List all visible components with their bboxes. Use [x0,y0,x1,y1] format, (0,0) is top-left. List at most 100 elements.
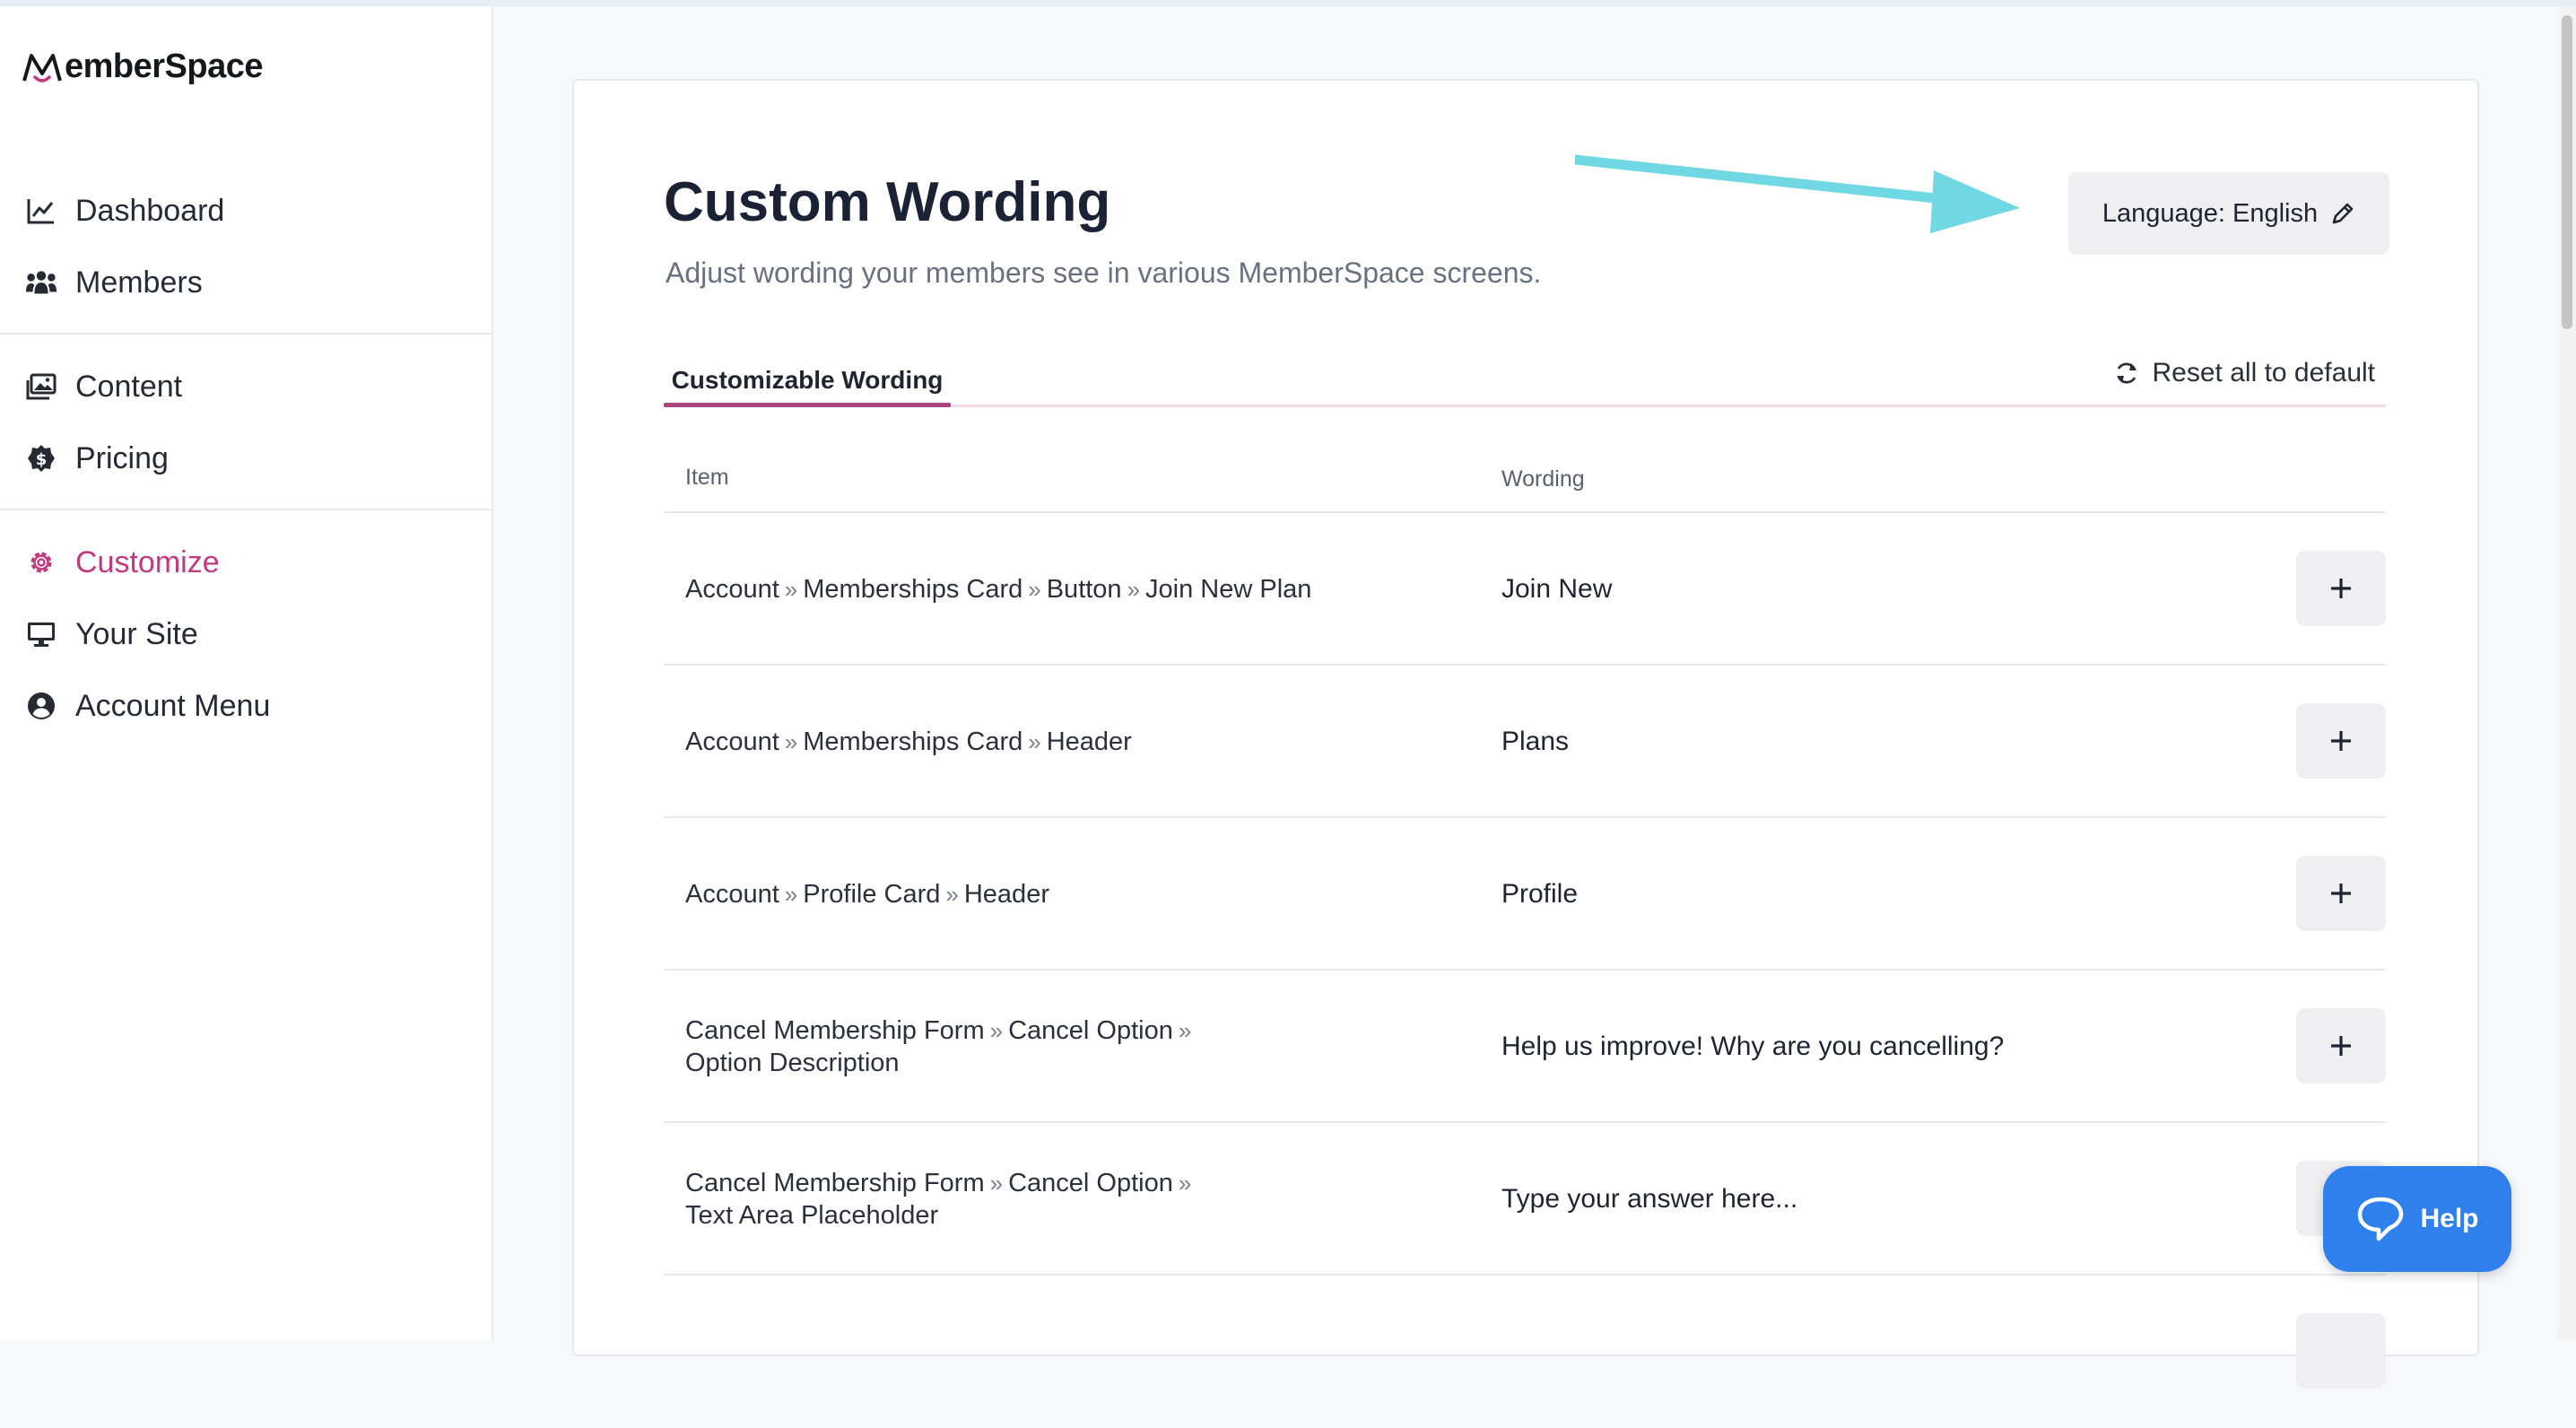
sidebar-item-label: Members [75,265,203,300]
logo-text: emberSpace [65,48,264,85]
add-wording-button[interactable] [2296,1313,2386,1389]
sidebar-item-label: Your Site [75,616,198,651]
sidebar-item-account-menu[interactable]: Account Menu [0,670,492,742]
item-cell: Cancel Membership Form» Cancel Option» Tex… [685,1123,1313,1276]
chevron-double-right-icon: » [784,576,798,603]
chevron-double-right-icon: » [945,881,959,908]
wording-cell: Join New [1501,574,1613,604]
chevron-double-right-icon: » [989,1017,1004,1044]
page-title: Custom Wording [664,171,1111,233]
breadcrumb-part: Account» [685,878,803,910]
wording-cell: Help us improve! Why are you cancelling? [1501,1032,2005,1061]
breadcrumb-part: Cancel Membership Form» [685,1014,1008,1047]
breadcrumb: Cancel Membership Form» Cancel Option» Opt… [685,1014,1313,1079]
logo[interactable]: emberSpace [22,48,264,86]
add-wording-button[interactable] [2296,703,2386,779]
breadcrumb-part: Account» [685,726,803,758]
wording-cell: Plans [1501,727,1570,756]
sidebar-item-content[interactable]: Content [0,351,492,422]
sidebar-divider [0,509,492,510]
breadcrumb-part: Text Area Placeholder [685,1199,938,1232]
monitor-icon [25,618,57,650]
breadcrumb-text: Account [685,880,779,909]
chevron-double-right-icon: » [1028,576,1041,603]
sidebar-item-customize[interactable]: Customize [0,527,492,598]
sidebar-item-label: Account Menu [75,688,271,723]
sidebar-divider [0,333,492,335]
images-icon [25,370,57,403]
tab-label: Customizable Wording [671,366,944,394]
sidebar-item-label: Dashboard [75,193,225,228]
plus-icon [2331,1036,2351,1056]
breadcrumb-text: Memberships Card [803,575,1023,604]
chevron-double-right-icon: » [1178,1017,1192,1044]
table-row [664,1274,2386,1428]
breadcrumb-text: Option Description [685,1049,900,1077]
sidebar-item-your-site[interactable]: Your Site [0,598,492,670]
breadcrumb-part: Header [1047,726,1132,758]
table-row: Account» Memberships Card» Button» Join New… [664,511,2386,666]
tabs: Customizable Wording Reset all to defaul… [664,353,2386,407]
plus-icon [2331,579,2351,598]
breadcrumb-part: Header [964,878,1049,910]
sidebar-item-dashboard[interactable]: Dashboard [0,175,492,247]
page-subtitle: Adjust wording your members see in vario… [666,257,1542,289]
language-button[interactable]: Language: English [2068,172,2389,255]
sidebar-item-label: Content [75,369,183,404]
user-circle-icon [25,690,57,722]
add-wording-button[interactable] [2296,551,2386,626]
nav-group-main: Dashboard Members [0,175,492,318]
column-header-wording: Wording [1501,466,1585,492]
breadcrumb: Account» Memberships Card» Header [685,726,1132,758]
sidebar-item-label: Pricing [75,440,169,475]
users-icon [25,266,57,299]
custom-wording-card: Custom Wording Adjust wording your membe… [572,79,2479,1389]
scrollbar-thumb[interactable] [2562,15,2572,329]
breadcrumb-text: Text Area Placeholder [685,1201,939,1230]
breadcrumb: Account» Profile Card» Header [685,878,1049,910]
add-wording-button[interactable] [2296,856,2386,931]
breadcrumb-text: Cancel Membership Form [685,1169,985,1197]
breadcrumb-text: Account [685,727,779,756]
sidebar: emberSpace Dashboard Members Content $ P… [0,6,493,1340]
help-label: Help [2420,1204,2479,1233]
help-button[interactable]: Help [2323,1166,2511,1272]
add-wording-button[interactable] [2296,1008,2386,1084]
reset-label: Reset all to default [2152,358,2375,387]
sidebar-item-pricing[interactable]: $ Pricing [0,422,492,494]
nav-group-settings: Customize Your Site Account Menu [0,527,492,742]
plus-icon [2331,884,2351,903]
sidebar-item-members[interactable]: Members [0,247,492,318]
breadcrumb-text: Header [1046,727,1132,756]
pencil-icon [2332,203,2354,224]
breadcrumb-part: Memberships Card» [803,726,1046,758]
chevron-double-right-icon: » [784,881,798,908]
breadcrumb-text: Memberships Card [803,727,1023,756]
reset-all-button[interactable]: Reset all to default [2113,353,2375,393]
top-border [0,0,2576,6]
language-label: Language: English [2102,198,2319,228]
item-cell: Account» Memberships Card» Button» Join New… [685,513,1313,666]
breadcrumb-text: Profile Card [803,880,941,909]
sidebar-item-label: Customize [75,544,220,579]
breadcrumb-text: Account [685,575,779,604]
table-row: Account» Memberships Card» Header Plans [664,664,2386,818]
wording-cell: Profile [1501,879,1579,909]
breadcrumb-part: Join New Plan [1145,573,1311,605]
table-row: Cancel Membership Form» Cancel Option» Tex… [664,1121,2386,1276]
scrollbar[interactable] [2558,6,2576,1340]
nav-group-content: Content $ Pricing [0,351,492,494]
breadcrumb-part: Cancel Option» [1008,1014,1197,1047]
breadcrumb-text: Cancel Membership Form [685,1016,985,1045]
tab-customizable-wording[interactable]: Customizable Wording [664,353,951,407]
wording-cell: Type your answer here... [1501,1184,1798,1214]
breadcrumb-text: Header [963,880,1049,909]
breadcrumb-part: Option Description [685,1047,900,1079]
plus-icon [2331,731,2351,751]
item-cell: Account» Memberships Card» Header [685,666,1313,818]
breadcrumb-part: Cancel Option» [1008,1167,1197,1199]
breadcrumb-part: Account» [685,573,803,605]
tab-active-indicator [664,403,951,407]
breadcrumb: Cancel Membership Form» Cancel Option» Tex… [685,1167,1313,1232]
breadcrumb-text: Cancel Option [1008,1016,1173,1045]
